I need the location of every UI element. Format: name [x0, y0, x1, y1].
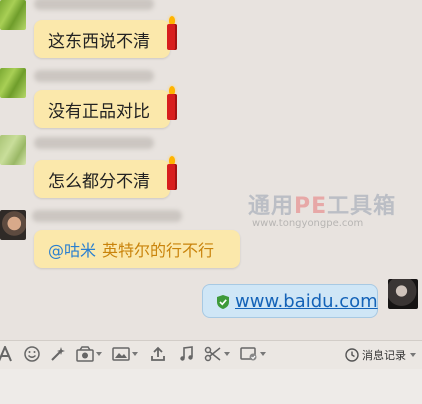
- url-link[interactable]: www.baidu.com: [235, 291, 378, 312]
- mention-tag[interactable]: @咕米: [48, 237, 96, 261]
- self-avatar[interactable]: [388, 279, 418, 309]
- message-text: 怎么都分不清: [48, 171, 150, 192]
- more-tools-button[interactable]: [240, 346, 266, 362]
- message-bubble[interactable]: 没有正品对比: [34, 86, 177, 128]
- image-button[interactable]: [112, 346, 138, 362]
- message-history-button[interactable]: 消息记录: [345, 347, 416, 363]
- contact-avatar[interactable]: [0, 135, 26, 165]
- history-label: 消息记录: [362, 349, 406, 362]
- message-bubble[interactable]: 这东西说不清: [34, 16, 177, 58]
- message-bubble[interactable]: 怎么都分不清: [34, 156, 177, 198]
- contact-avatar[interactable]: [0, 68, 26, 98]
- message-text: 英特尔的行不行: [102, 241, 215, 260]
- message-text: 没有正品对比: [48, 101, 150, 122]
- blurred-nickname: [34, 70, 154, 82]
- message-input[interactable]: [0, 369, 422, 404]
- music-icon[interactable]: [178, 346, 194, 362]
- screenshot-button[interactable]: [204, 346, 230, 362]
- magic-wand-icon[interactable]: [50, 346, 66, 362]
- message-bubble[interactable]: www.baidu.com: [202, 284, 378, 318]
- image-effects-button[interactable]: [76, 346, 102, 362]
- chat-toolbar: 消息记录: [0, 340, 422, 369]
- candle-icon: [166, 86, 178, 120]
- emoji-icon[interactable]: [24, 346, 40, 362]
- contact-avatar[interactable]: [0, 0, 26, 30]
- candle-icon: [166, 156, 178, 190]
- candle-icon: [166, 16, 178, 50]
- blurred-nickname: [34, 0, 154, 10]
- blurred-nickname: [34, 137, 154, 149]
- shield-icon: [217, 294, 229, 309]
- watermark: 通用PE工具箱 www.tongyongpe.com: [248, 194, 397, 229]
- upload-icon[interactable]: [150, 346, 166, 362]
- chat-history: 这东西说不清 没有正品对比 怎么都分不清 通用PE工具箱 www.tongyon…: [0, 0, 422, 340]
- message-text: 这东西说不清: [48, 31, 150, 52]
- contact-avatar[interactable]: [0, 210, 26, 240]
- font-button[interactable]: [0, 346, 12, 362]
- blurred-nickname: [32, 210, 182, 222]
- message-bubble[interactable]: @咕米 英特尔的行不行: [34, 230, 240, 268]
